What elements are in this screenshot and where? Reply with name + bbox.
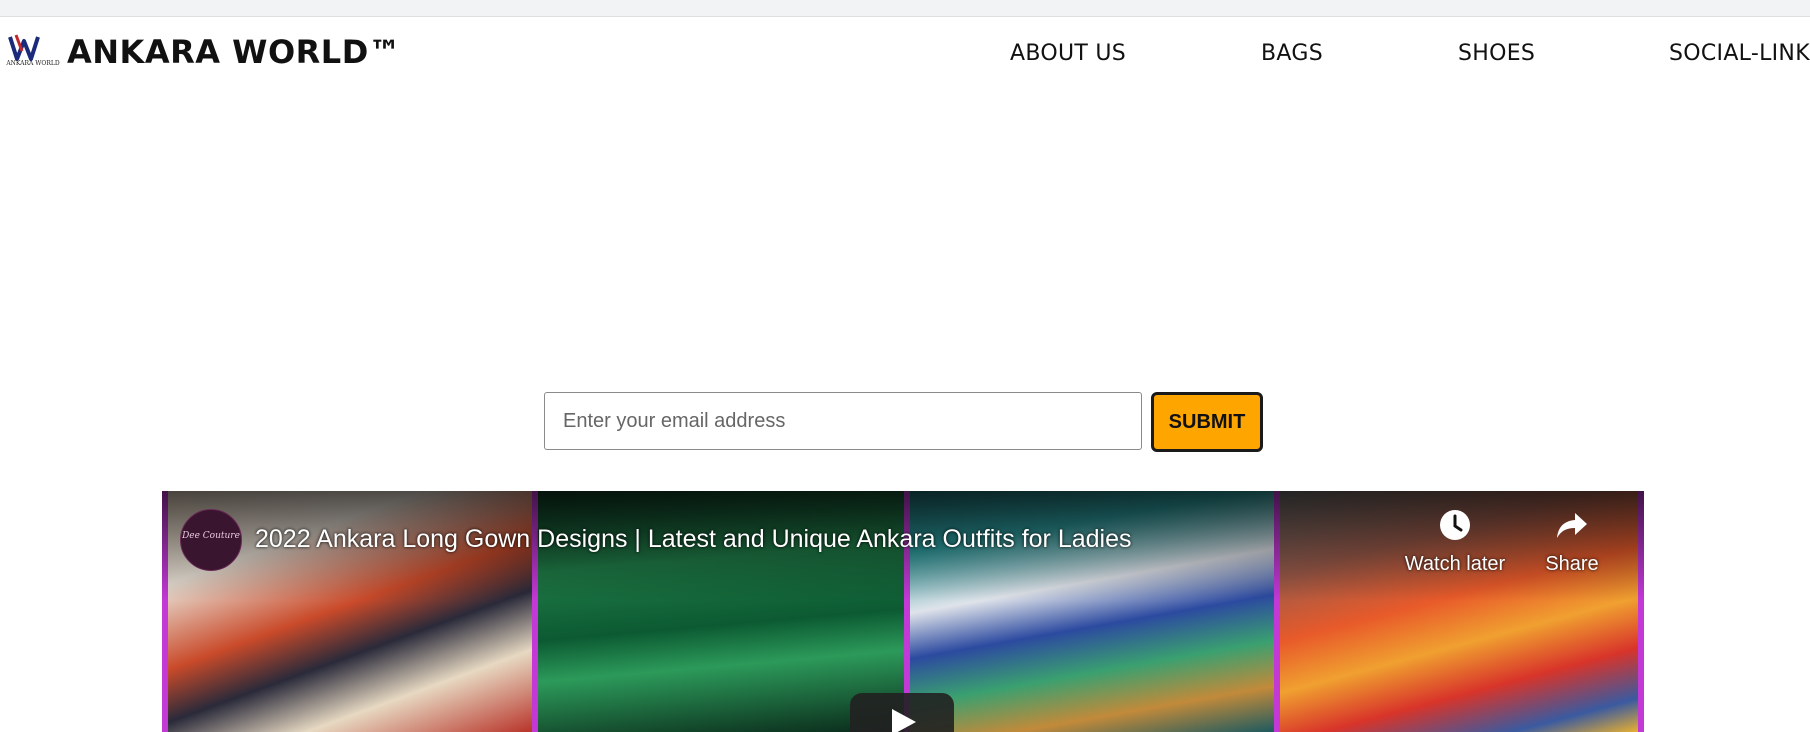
brand-name[interactable]: ANKARA WORLD™ bbox=[67, 33, 401, 71]
play-button[interactable] bbox=[850, 693, 954, 732]
site-logo[interactable]: ANKARA WORLD bbox=[0, 29, 66, 73]
submit-button[interactable]: SUBMIT bbox=[1151, 392, 1263, 452]
nav-social-links[interactable]: SOCIAL-LINKS bbox=[1669, 41, 1810, 66]
nav-bags[interactable]: BAGS bbox=[1261, 41, 1323, 66]
watch-later-label: Watch later bbox=[1404, 553, 1506, 575]
share-arrow-icon bbox=[1557, 513, 1587, 538]
watch-later-button[interactable]: Watch later bbox=[1400, 509, 1510, 576]
share-label: Share bbox=[1545, 553, 1599, 575]
nav-shoes[interactable]: SHOES bbox=[1458, 41, 1535, 66]
channel-avatar[interactable]: Dee Couture bbox=[180, 509, 242, 571]
embedded-youtube-video[interactable]: Dee Couture 2022 Ankara Long Gown Design… bbox=[162, 491, 1644, 732]
play-icon bbox=[892, 709, 916, 732]
email-input[interactable] bbox=[544, 392, 1142, 450]
share-button[interactable]: Share bbox=[1532, 509, 1612, 576]
site-header: ANKARA WORLD ANKARA WORLD™ ABOUT US BAGS… bbox=[0, 17, 1810, 93]
nav-about-us[interactable]: ABOUT US bbox=[1010, 41, 1126, 66]
video-title[interactable]: 2022 Ankara Long Gown Designs | Latest a… bbox=[255, 525, 1132, 554]
clock-icon bbox=[1440, 510, 1470, 540]
logo-caption: ANKARA WORLD bbox=[6, 60, 60, 67]
browser-top-strip bbox=[0, 0, 1810, 17]
channel-avatar-text: Dee Couture bbox=[182, 531, 240, 541]
